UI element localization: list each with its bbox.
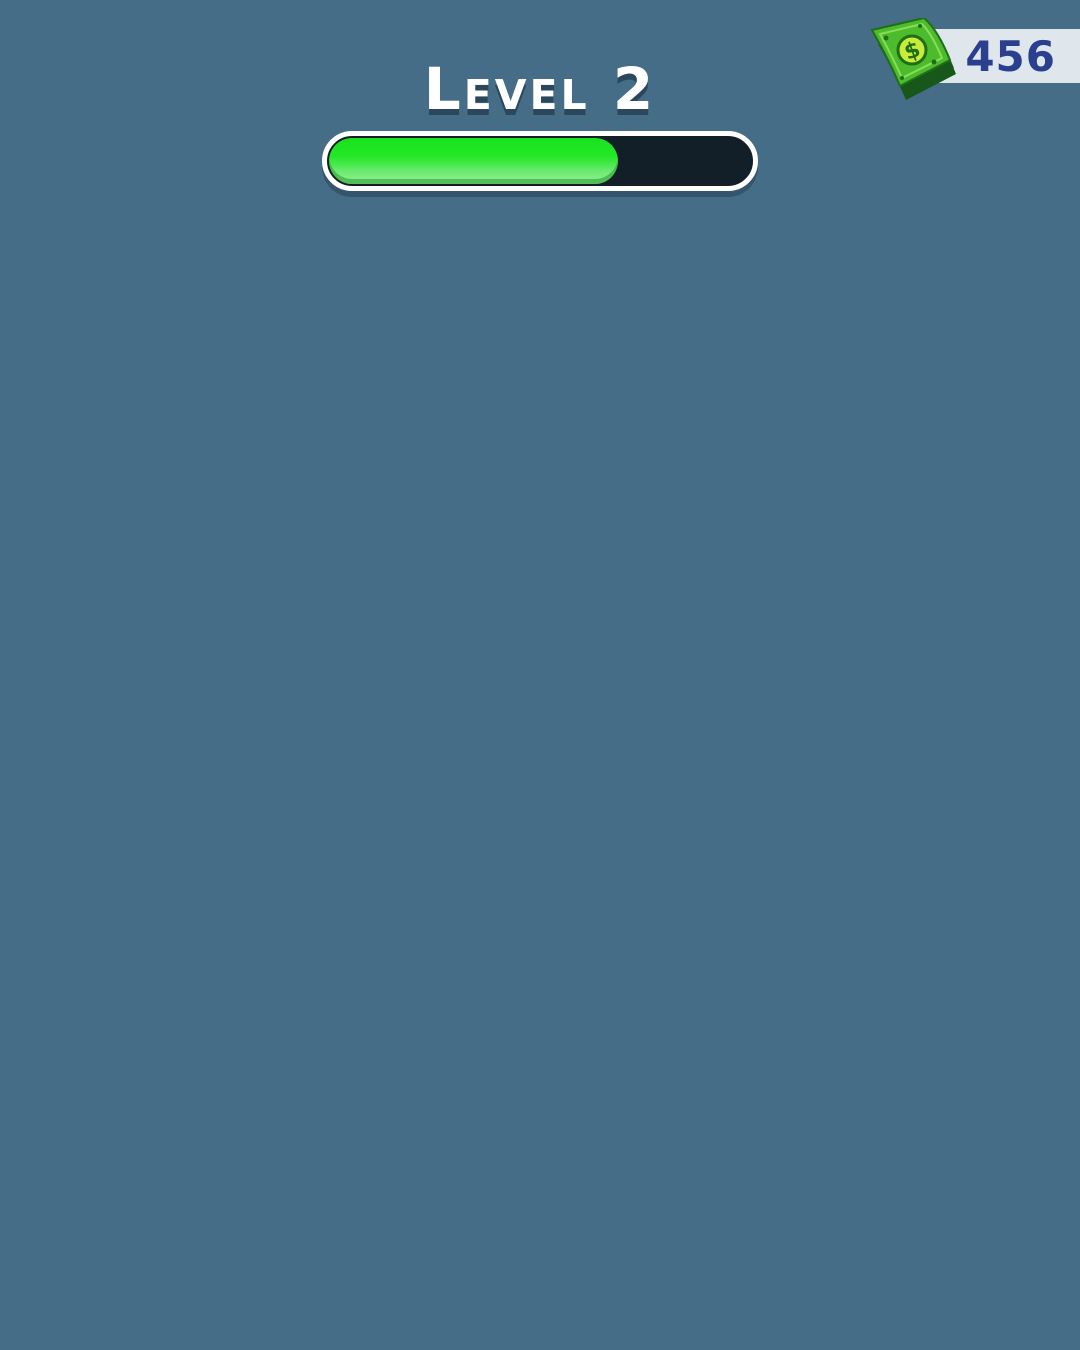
cash-stack-icon: $ bbox=[870, 18, 956, 100]
level-progress-bar bbox=[322, 131, 758, 191]
currency-amount: 456 bbox=[965, 32, 1056, 81]
level-progress-fill bbox=[329, 138, 618, 184]
